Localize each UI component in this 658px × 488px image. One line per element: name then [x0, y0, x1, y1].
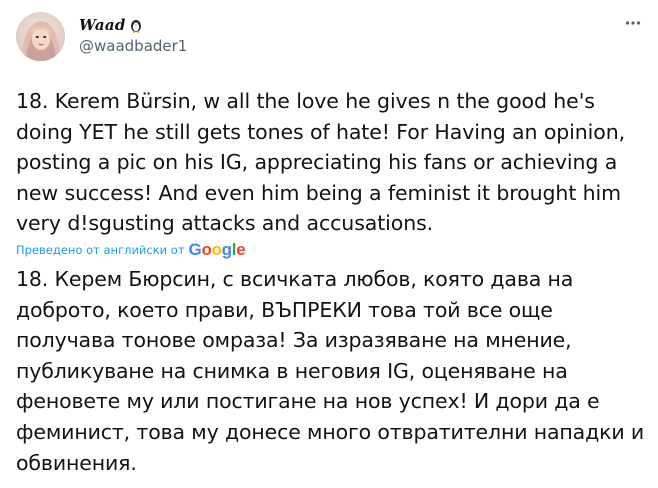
google-letter: g — [221, 240, 232, 259]
penguin-icon — [128, 17, 144, 33]
user-handle[interactable]: @waadbader1 — [79, 37, 187, 55]
translated-by-label: Преведено от английски от — [16, 243, 185, 257]
display-name[interactable]: Waad — [79, 16, 126, 34]
display-name-row[interactable]: Waad — [79, 14, 187, 36]
more-options-button[interactable] — [624, 14, 642, 32]
google-letter: o — [201, 240, 212, 259]
more-options-icon — [625, 21, 641, 25]
tweet-card: Waad @waadbader1 18. Kerem Bürsin, w all… — [0, 0, 658, 488]
author-info: Waad @waadbader1 — [79, 14, 187, 55]
translated-tweet-text: 18. Керем Бюрсин, с всичката любов, коят… — [16, 267, 651, 475]
google-letter: e — [236, 240, 246, 259]
google-letter: o — [211, 240, 222, 259]
google-logo: Google — [189, 240, 246, 260]
translated-by-link[interactable]: Преведено от английски от Google — [16, 240, 246, 260]
tweet-text: 18. Kerem Bürsin, w all the love he give… — [16, 89, 632, 236]
avatar[interactable] — [16, 12, 65, 61]
profile-photo — [16, 12, 65, 61]
google-letter: G — [188, 240, 202, 259]
